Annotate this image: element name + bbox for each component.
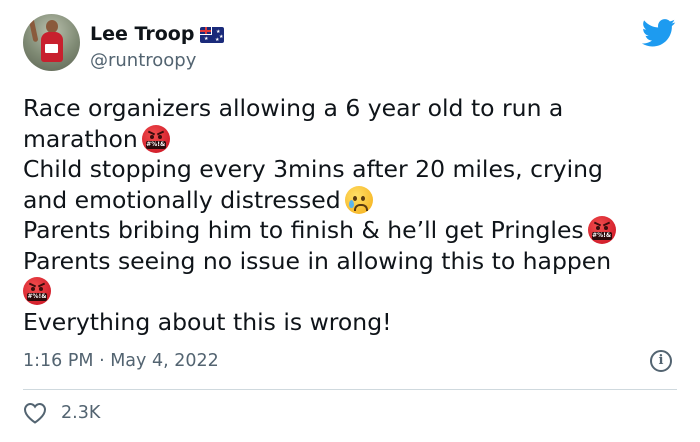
twitter-bird-icon[interactable] <box>642 19 676 47</box>
info-icon[interactable]: i <box>650 350 672 372</box>
australia-flag-icon: ★ ★ ★ ★ <box>200 27 224 43</box>
avatar[interactable] <box>23 14 80 71</box>
tweet-card: Lee Troop ★ ★ ★ ★ @runtroopy Race organi… <box>0 0 700 442</box>
avatar-runner-arm <box>28 17 39 43</box>
like-button[interactable]: 2.3K <box>23 400 100 426</box>
tweet-line-4-text: and emotionally distressed <box>23 185 341 214</box>
angry-censored-emoji-icon: #%!& <box>23 277 51 305</box>
avatar-runner-bib <box>45 44 58 53</box>
sad-relieved-emoji-icon <box>344 185 373 214</box>
tweet-line-2: marathon #%!& <box>23 124 688 155</box>
tweet-line-8: Everything about this is wrong! <box>23 307 392 336</box>
tweet-line-5: Parents bribing him to finish & he’ll ge… <box>23 215 688 246</box>
author-handle[interactable]: @runtroopy <box>90 49 196 73</box>
angry-censored-emoji-icon: #%!& <box>141 124 170 153</box>
heart-icon <box>23 402 47 424</box>
tweet-line-6: Parents seeing no issue in allowing this… <box>23 246 612 275</box>
angry-censored-emoji-icon: #%!& <box>587 216 616 244</box>
tweet-timestamp[interactable]: 1:16 PM · May 4, 2022 <box>23 349 219 373</box>
author-display-name[interactable]: Lee Troop <box>90 22 194 46</box>
tweet-line-3: Child stopping every 3mins after 20 mile… <box>23 155 603 183</box>
tweet-line-1: Race organizers allowing a 6 year old to… <box>23 94 564 122</box>
tweet-text: Race organizers allowing a 6 year old to… <box>23 93 688 337</box>
tweet-line-5-text: Parents bribing him to finish & he’ll ge… <box>23 216 584 244</box>
tweet-line-7: #%!& <box>23 276 688 307</box>
tweet-line-4: and emotionally distressed <box>23 185 688 216</box>
divider <box>23 389 677 390</box>
tweet-line-2-text: marathon <box>23 124 138 153</box>
like-count: 2.3K <box>61 403 101 423</box>
